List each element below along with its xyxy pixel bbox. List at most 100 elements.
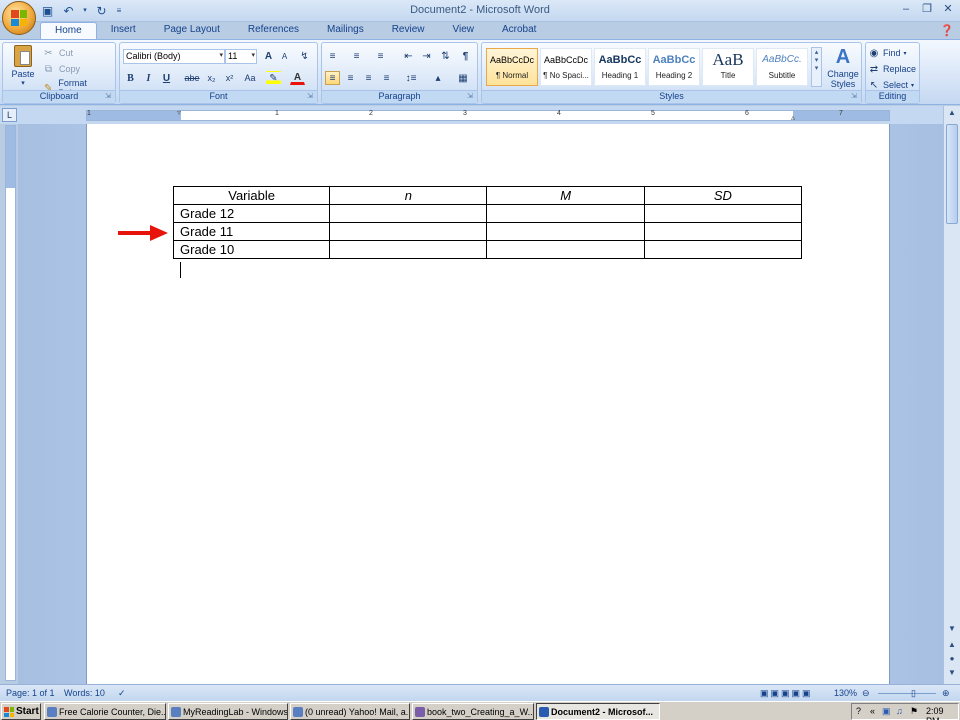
row-label[interactable]: Grade 10 bbox=[172, 240, 331, 259]
view-buttons[interactable]: ▣▣▣▣▣ bbox=[760, 688, 813, 699]
line-spacing-icon[interactable]: ↕≡ bbox=[400, 71, 422, 85]
font-size-combo[interactable]: 11 ▾ bbox=[225, 49, 257, 64]
dialog-launcher-icon[interactable]: ⇲ bbox=[851, 93, 859, 101]
numbering-icon[interactable]: ≡ bbox=[349, 49, 364, 63]
cell-sd[interactable] bbox=[643, 222, 803, 241]
find-button[interactable]: ◉ Find ▾ bbox=[868, 46, 907, 60]
increase-indent-icon[interactable]: ⇥ bbox=[419, 49, 434, 63]
minimize-all-icon[interactable]: « bbox=[870, 706, 875, 716]
dialog-launcher-icon[interactable]: ⇲ bbox=[307, 93, 315, 101]
tab-references[interactable]: References bbox=[234, 22, 313, 40]
start-button[interactable]: Start bbox=[1, 703, 41, 720]
restore-icon[interactable]: ❐ bbox=[917, 2, 937, 18]
horizontal-ruler[interactable]: 1 1 2 3 4 5 6 7 ▿ ▵ bbox=[86, 108, 890, 122]
zoom-slider[interactable] bbox=[878, 693, 936, 694]
right-indent-marker-icon[interactable]: ▵ bbox=[791, 113, 795, 122]
cut-button[interactable]: ✂ Cut bbox=[41, 46, 73, 60]
align-left-icon[interactable]: ≡ bbox=[325, 71, 340, 85]
cell-n[interactable] bbox=[329, 240, 488, 259]
shrink-font-icon[interactable]: A bbox=[277, 49, 292, 63]
underline-button[interactable]: U bbox=[159, 71, 174, 85]
copy-button[interactable]: ⧉ Copy bbox=[41, 62, 80, 76]
vertical-scrollbar[interactable]: ▲ ▼ ▲ ● ▼ bbox=[943, 106, 960, 684]
subscript-button[interactable]: x₂ bbox=[204, 71, 219, 85]
style-title[interactable]: AaB Title bbox=[702, 48, 754, 86]
help-icon[interactable]: ❓ bbox=[940, 24, 954, 37]
next-page-icon[interactable]: ▼ bbox=[946, 668, 958, 682]
decrease-indent-icon[interactable]: ⇤ bbox=[401, 49, 416, 63]
font-color-icon[interactable]: A bbox=[290, 71, 305, 85]
zoom-level[interactable]: 130% bbox=[834, 688, 857, 698]
dialog-launcher-icon[interactable]: ⇲ bbox=[105, 93, 113, 101]
word-count[interactable]: Words: 10 bbox=[64, 688, 105, 698]
close-icon[interactable]: ✕ bbox=[938, 2, 958, 18]
tab-review[interactable]: Review bbox=[378, 22, 439, 40]
clock[interactable]: 2:09 PM bbox=[926, 706, 958, 720]
taskbar-item[interactable]: MyReadingLab - Windows... bbox=[168, 703, 288, 720]
styles-gallery-scroll[interactable]: ▴ ▾ ▾ bbox=[811, 47, 822, 87]
scroll-up-icon[interactable]: ▲ bbox=[946, 108, 958, 122]
highlighter-icon[interactable]: ✎ bbox=[266, 71, 281, 85]
taskbar-item[interactable]: book_two_Creating_a_W... bbox=[412, 703, 534, 720]
page-count[interactable]: Page: 1 of 1 bbox=[6, 688, 55, 698]
grow-font-icon[interactable]: A bbox=[261, 49, 276, 63]
superscript-button[interactable]: x² bbox=[222, 71, 237, 85]
replace-button[interactable]: ⇄ Replace bbox=[868, 62, 916, 76]
previous-page-icon[interactable]: ▲ bbox=[946, 640, 958, 654]
strikethrough-button[interactable]: abe bbox=[182, 71, 202, 85]
row-label[interactable]: Grade 12 bbox=[172, 204, 331, 223]
paste-button[interactable]: Paste ▾ bbox=[9, 45, 37, 87]
taskbar-item[interactable]: Free Calorie Counter, Die... bbox=[44, 703, 166, 720]
proofing-icon[interactable]: ✓ bbox=[118, 688, 126, 699]
italic-button[interactable]: I bbox=[141, 71, 156, 85]
header-m[interactable]: M bbox=[486, 186, 645, 205]
tab-selector-icon[interactable]: L bbox=[2, 108, 17, 122]
tab-acrobat[interactable]: Acrobat bbox=[488, 22, 550, 40]
header-variable[interactable]: Variable bbox=[172, 186, 331, 205]
header-n[interactable]: n bbox=[329, 186, 488, 205]
header-sd[interactable]: SD bbox=[643, 186, 803, 205]
volume-icon[interactable]: ♫ bbox=[896, 706, 903, 716]
cell-n[interactable] bbox=[329, 222, 488, 241]
row-label[interactable]: Grade 11 bbox=[172, 222, 331, 241]
indent-marker-icon[interactable]: ▿ bbox=[177, 108, 181, 117]
style-heading-1[interactable]: AaBbCc Heading 1 bbox=[594, 48, 646, 86]
sort-icon[interactable]: ⇅ bbox=[438, 49, 453, 63]
change-styles-button[interactable]: A Change Styles bbox=[825, 45, 861, 89]
align-right-icon[interactable]: ≡ bbox=[361, 71, 376, 85]
tab-home[interactable]: Home bbox=[40, 22, 97, 40]
show-formatting-button[interactable]: ¶ bbox=[458, 49, 473, 63]
style-normal[interactable]: AaBbCcDc ¶ Normal bbox=[486, 48, 538, 86]
borders-icon[interactable]: ▦ bbox=[452, 71, 474, 85]
data-table[interactable]: Variable n M SD Grade 12 Grade 11 Grade … bbox=[172, 186, 803, 259]
taskbar-item-active[interactable]: Document2 - Microsof... bbox=[536, 703, 660, 720]
style-subtitle[interactable]: AaBbCc. Subtitle bbox=[756, 48, 808, 86]
minimize-icon[interactable]: – bbox=[896, 2, 916, 18]
tab-insert[interactable]: Insert bbox=[97, 22, 150, 40]
cell-m[interactable] bbox=[486, 222, 645, 241]
shading-icon[interactable]: ▴ bbox=[426, 71, 450, 85]
bullets-icon[interactable]: ≡ bbox=[325, 49, 340, 63]
multilevel-list-icon[interactable]: ≡ bbox=[373, 49, 388, 63]
cell-sd[interactable] bbox=[643, 240, 803, 259]
office-button[interactable] bbox=[2, 1, 36, 35]
zoom-in-icon[interactable]: ⊕ bbox=[942, 688, 950, 699]
network-icon[interactable]: ▣ bbox=[882, 706, 891, 717]
cell-m[interactable] bbox=[486, 240, 645, 259]
taskbar-item[interactable]: (0 unread) Yahoo! Mail, a... bbox=[290, 703, 410, 720]
cell-sd[interactable] bbox=[643, 204, 803, 223]
style-heading-2[interactable]: AaBbCc Heading 2 bbox=[648, 48, 700, 86]
tab-view[interactable]: View bbox=[439, 22, 489, 40]
clear-formatting-icon[interactable]: ↯ bbox=[297, 49, 312, 63]
security-icon[interactable]: ⚑ bbox=[910, 706, 918, 717]
cell-m[interactable] bbox=[486, 204, 645, 223]
zoom-out-icon[interactable]: ⊖ bbox=[862, 688, 870, 699]
tab-page-layout[interactable]: Page Layout bbox=[150, 22, 234, 40]
bold-button[interactable]: B bbox=[123, 71, 138, 85]
scroll-thumb[interactable] bbox=[946, 124, 958, 224]
justify-icon[interactable]: ≡ bbox=[379, 71, 394, 85]
change-case-button[interactable]: Aa bbox=[240, 71, 260, 85]
dialog-launcher-icon[interactable]: ⇲ bbox=[467, 93, 475, 101]
tab-mailings[interactable]: Mailings bbox=[313, 22, 378, 40]
zoom-slider-thumb[interactable]: ▯ bbox=[911, 688, 916, 699]
